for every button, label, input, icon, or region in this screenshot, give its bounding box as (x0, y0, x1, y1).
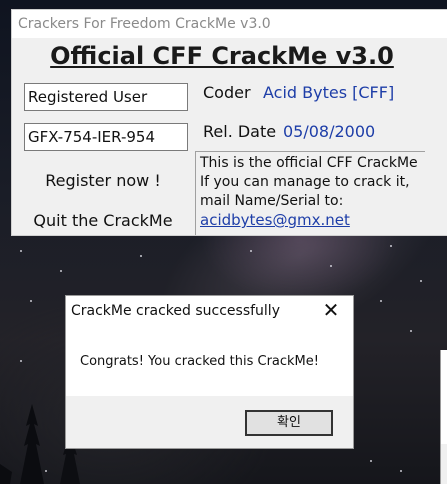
message-box-content: Congrats! You cracked this CrackMe! (66, 326, 353, 396)
crackme-body: Official CFF CrackMe v3.0 Registered Use… (12, 38, 447, 235)
serial-input[interactable]: GFX-754-IER-954 (24, 123, 188, 151)
info-line: If you can manage to crack it, (200, 174, 410, 190)
info-line: This is the official CFF CrackMe (200, 155, 418, 171)
email-link[interactable]: acidbytes@gmx.net (200, 211, 421, 230)
crackme-window: Crackers For Freedom CrackMe v3.0 Offici… (12, 10, 447, 235)
crackme-heading: Official CFF CrackMe v3.0 (50, 42, 394, 70)
coder-label: Coder (203, 83, 251, 102)
info-line: mail Name/Serial to: (200, 193, 344, 209)
info-text-box: This is the official CFF CrackMe If you … (195, 151, 425, 235)
background-window-footer (441, 444, 447, 484)
release-date-value: 05/08/2000 (283, 122, 376, 141)
ok-button[interactable]: 확인 (245, 410, 333, 436)
success-message: Congrats! You cracked this CrackMe! (80, 354, 319, 369)
background-window-edge[interactable] (440, 350, 447, 484)
close-icon[interactable]: ✕ (309, 296, 353, 326)
success-message-box: CrackMe cracked successfully ✕ Congrats!… (65, 295, 354, 449)
message-box-footer: 확인 (66, 396, 353, 448)
coder-value: Acid Bytes [CFF] (263, 83, 395, 102)
crackme-titlebar[interactable]: Crackers For Freedom CrackMe v3.0 (12, 10, 447, 38)
register-button[interactable]: Register now ! (24, 171, 182, 190)
release-date-label: Rel. Date (203, 122, 277, 141)
name-input[interactable]: Registered User (24, 83, 188, 111)
quit-button[interactable]: Quit the CrackMe (24, 211, 182, 230)
